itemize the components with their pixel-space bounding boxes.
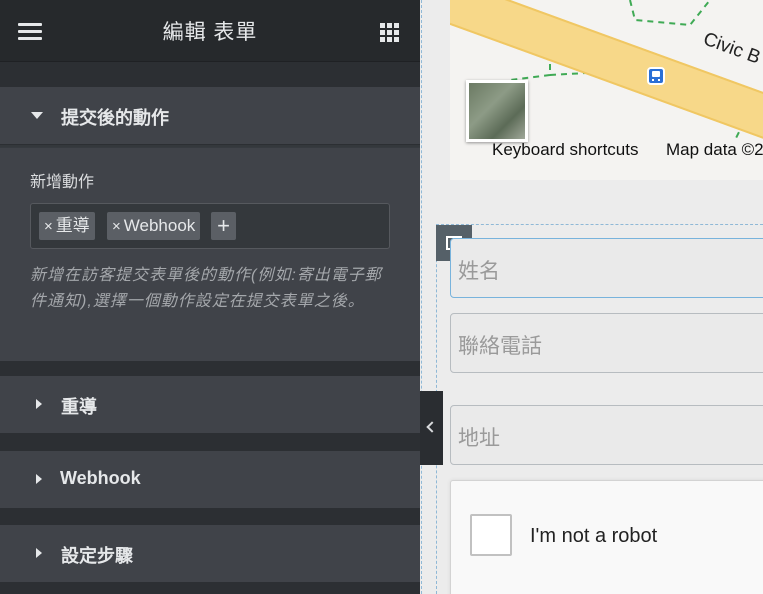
address-placeholder: 地址 (458, 427, 500, 450)
phone-input[interactable]: 聯絡電話 (450, 313, 763, 373)
remove-tag-icon[interactable]: × (44, 218, 53, 235)
actions-select-input[interactable]: × 重導 × Webhook + (30, 203, 390, 249)
address-input[interactable]: 地址 (450, 405, 763, 465)
map-widget[interactable]: Civic B Keyboard shortcuts Map data ©2 (450, 0, 763, 180)
action-tag-webhook[interactable]: × Webhook (107, 212, 201, 240)
grid-apps-icon[interactable] (380, 23, 400, 43)
caret-right-icon (36, 399, 42, 409)
name-placeholder: 姓名 (458, 260, 500, 283)
section-label: Webhook (60, 468, 141, 488)
tag-label: 重導 (55, 216, 90, 235)
section-gap (0, 434, 420, 451)
section-redirect[interactable]: 重導 (0, 376, 420, 434)
map-data-attribution: Map data ©2 (666, 140, 763, 159)
section-gap (0, 361, 420, 376)
add-tag-button[interactable]: + (211, 212, 236, 240)
section-label: 重導 (61, 397, 97, 417)
add-action-label: 新增動作 (30, 174, 95, 191)
section-steps[interactable]: 設定步驟 (0, 525, 420, 583)
section-gap (0, 62, 420, 87)
actions-body: 新增動作 × 重導 × Webhook + 新增在訪客提交表單後的動作(例如:寄出電… (0, 147, 420, 361)
action-tag-redirect[interactable]: × 重導 (39, 212, 95, 240)
recaptcha-widget: I'm not a robot (450, 480, 763, 594)
caret-down-icon (31, 112, 43, 119)
satellite-toggle-thumbnail[interactable] (466, 80, 528, 142)
help-text: 新增在訪客提交表單後的動作(例如:寄出電子郵件通知),選擇一個動作設定在提交表單… (30, 267, 382, 310)
column-outline-top (436, 224, 763, 225)
section-gap (0, 509, 420, 525)
caret-right-icon (36, 474, 42, 484)
panel-title: 編輯 表單 (162, 21, 258, 44)
remove-tag-icon[interactable]: × (112, 218, 121, 235)
section-gap (0, 583, 420, 594)
caret-right-icon (36, 548, 42, 558)
tag-label: Webhook (123, 216, 196, 235)
section-label: 提交後的動作 (61, 108, 169, 128)
editor-panel: 編輯 表單 提交後的動作 新增動作 × 重導 × Webhook + 新增在訪客提交… (0, 0, 420, 594)
bus-stop-icon[interactable] (647, 67, 665, 85)
section-webhook[interactable]: Webhook (0, 451, 420, 509)
section-label: 設定步驟 (61, 546, 133, 566)
name-input[interactable]: 姓名 (450, 238, 763, 298)
section-outline (421, 0, 422, 594)
phone-placeholder: 聯絡電話 (458, 335, 542, 358)
panel-header: 編輯 表單 (0, 0, 420, 62)
keyboard-shortcuts-link[interactable]: Keyboard shortcuts (492, 140, 638, 160)
section-actions-after-submit[interactable]: 提交後的動作 (0, 87, 420, 145)
recaptcha-checkbox[interactable] (470, 514, 512, 556)
recaptcha-label: I'm not a robot (530, 525, 658, 547)
chevron-left-icon[interactable] (420, 391, 443, 465)
